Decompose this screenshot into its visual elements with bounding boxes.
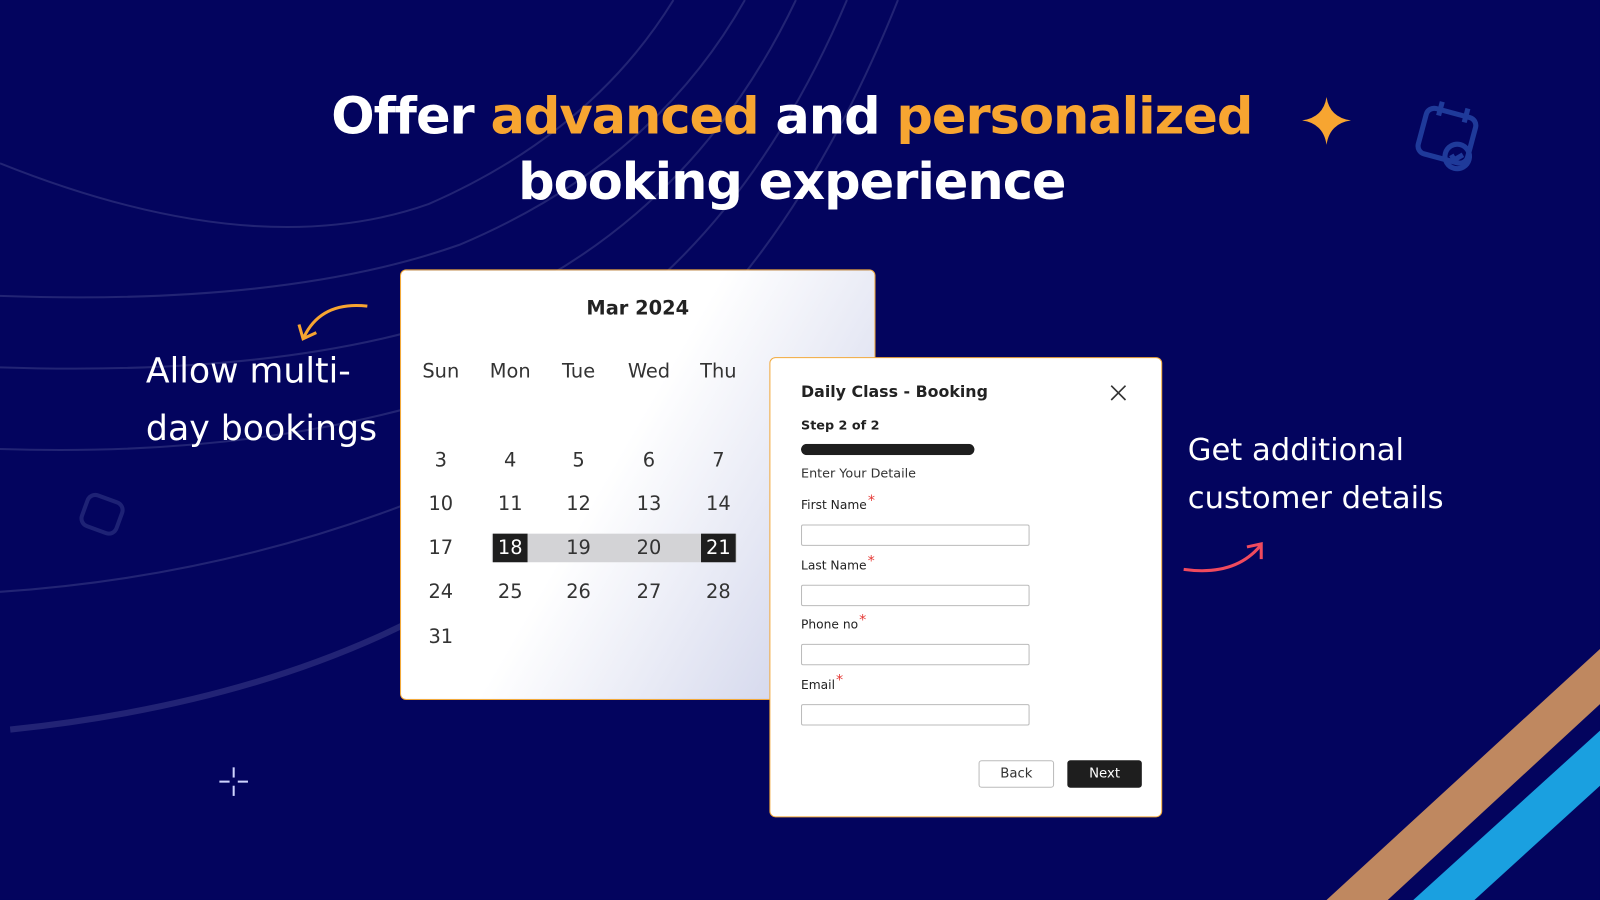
calendar-month-title: Mar 2024 (586, 296, 690, 320)
field-label-text: Phone no (801, 617, 859, 633)
headline-word: and (775, 86, 880, 146)
field-label-text: First Name (801, 497, 867, 513)
weekday-wed: Wed (627, 360, 671, 383)
calendar-faint-icon (79, 492, 125, 536)
right-caption: Get additional customer details (1188, 427, 1444, 523)
calendar-day[interactable]: 4 (474, 446, 545, 475)
calendar-day[interactable]: 10 (405, 490, 476, 519)
caption-line: Get additional (1187, 432, 1405, 469)
required-mark: * (867, 492, 875, 510)
calendar-day[interactable]: 18 (492, 533, 528, 563)
caption-line: Allow multi- (145, 351, 351, 392)
weekday-thu: Thu (700, 360, 737, 383)
calendar-day[interactable]: 19 (543, 534, 614, 563)
calendar-day[interactable]: 31 (405, 622, 476, 651)
left-caption: Allow multi-day bookings (146, 343, 377, 457)
calendar-day[interactable]: 5 (543, 446, 614, 475)
field-label: Last Name* (801, 553, 875, 573)
headline-highlight: personalized (896, 86, 1253, 146)
calendar-day[interactable]: 25 (474, 578, 545, 607)
required-mark: * (859, 612, 867, 629)
calendar-day[interactable]: 27 (613, 578, 684, 607)
caption-line: customer details (1187, 480, 1444, 517)
promo-canvas: Offer advanced and personalized booking … (0, 0, 1600, 900)
calendar-day[interactable]: 28 (683, 578, 754, 607)
field-label: First Name* (801, 493, 875, 513)
progress-bar (801, 443, 975, 456)
arrow-left-icon (297, 303, 368, 341)
back-button[interactable]: Back (978, 760, 1055, 788)
calendar-day[interactable]: 26 (543, 578, 614, 607)
field-label-text: Last Name (801, 557, 867, 573)
calendar-day[interactable]: 24 (405, 578, 476, 607)
calendar-day[interactable]: 3 (405, 446, 476, 475)
email-input[interactable] (801, 704, 1030, 726)
modal-title: Daily Class - Booking (801, 382, 988, 402)
arrow-right-icon (1183, 541, 1263, 573)
calendar-day[interactable]: 17 (405, 534, 476, 563)
calendar-day[interactable]: 20 (613, 534, 684, 563)
calendar-day[interactable]: 7 (683, 446, 754, 475)
calendar-day[interactable]: 11 (474, 490, 545, 519)
required-mark: * (836, 672, 844, 689)
close-icon[interactable] (1109, 384, 1127, 402)
step-indicator: Step 2 of 2 (801, 417, 880, 433)
weekday-tue: Tue (562, 360, 596, 383)
headline-highlight: advanced (490, 86, 759, 146)
booking-modal: Daily Class - Booking Step 2 of 2 Enter … (769, 357, 1163, 818)
first-name-input[interactable] (801, 524, 1030, 546)
weekday-mon: Mon (489, 360, 531, 383)
calendar-day[interactable]: 13 (613, 490, 684, 519)
field-label-text: Email (801, 677, 835, 692)
calendar-day[interactable]: 14 (683, 490, 754, 519)
headline-line-2: booking experience (518, 152, 1066, 212)
last-name-input[interactable] (801, 584, 1030, 606)
field-label: Phone no* (801, 613, 866, 633)
weekday-sun: Sun (422, 360, 460, 383)
phone-no-input[interactable] (801, 644, 1030, 666)
headline-word: Offer (331, 86, 474, 146)
field-label: Email* (801, 673, 843, 693)
required-mark: * (867, 552, 875, 570)
headline-line-1: Offer advanced and personalized (0, 84, 1584, 149)
calendar-day[interactable]: 12 (543, 490, 614, 519)
calendar-day[interactable]: 21 (701, 533, 736, 563)
progress-fill (801, 443, 975, 456)
next-button[interactable]: Next (1067, 760, 1142, 788)
calendar-day[interactable]: 6 (613, 446, 684, 475)
crosshair-icon (219, 767, 248, 796)
caption-line: day bookings (145, 408, 378, 449)
form-subtitle: Enter Your Detaile (801, 465, 917, 481)
